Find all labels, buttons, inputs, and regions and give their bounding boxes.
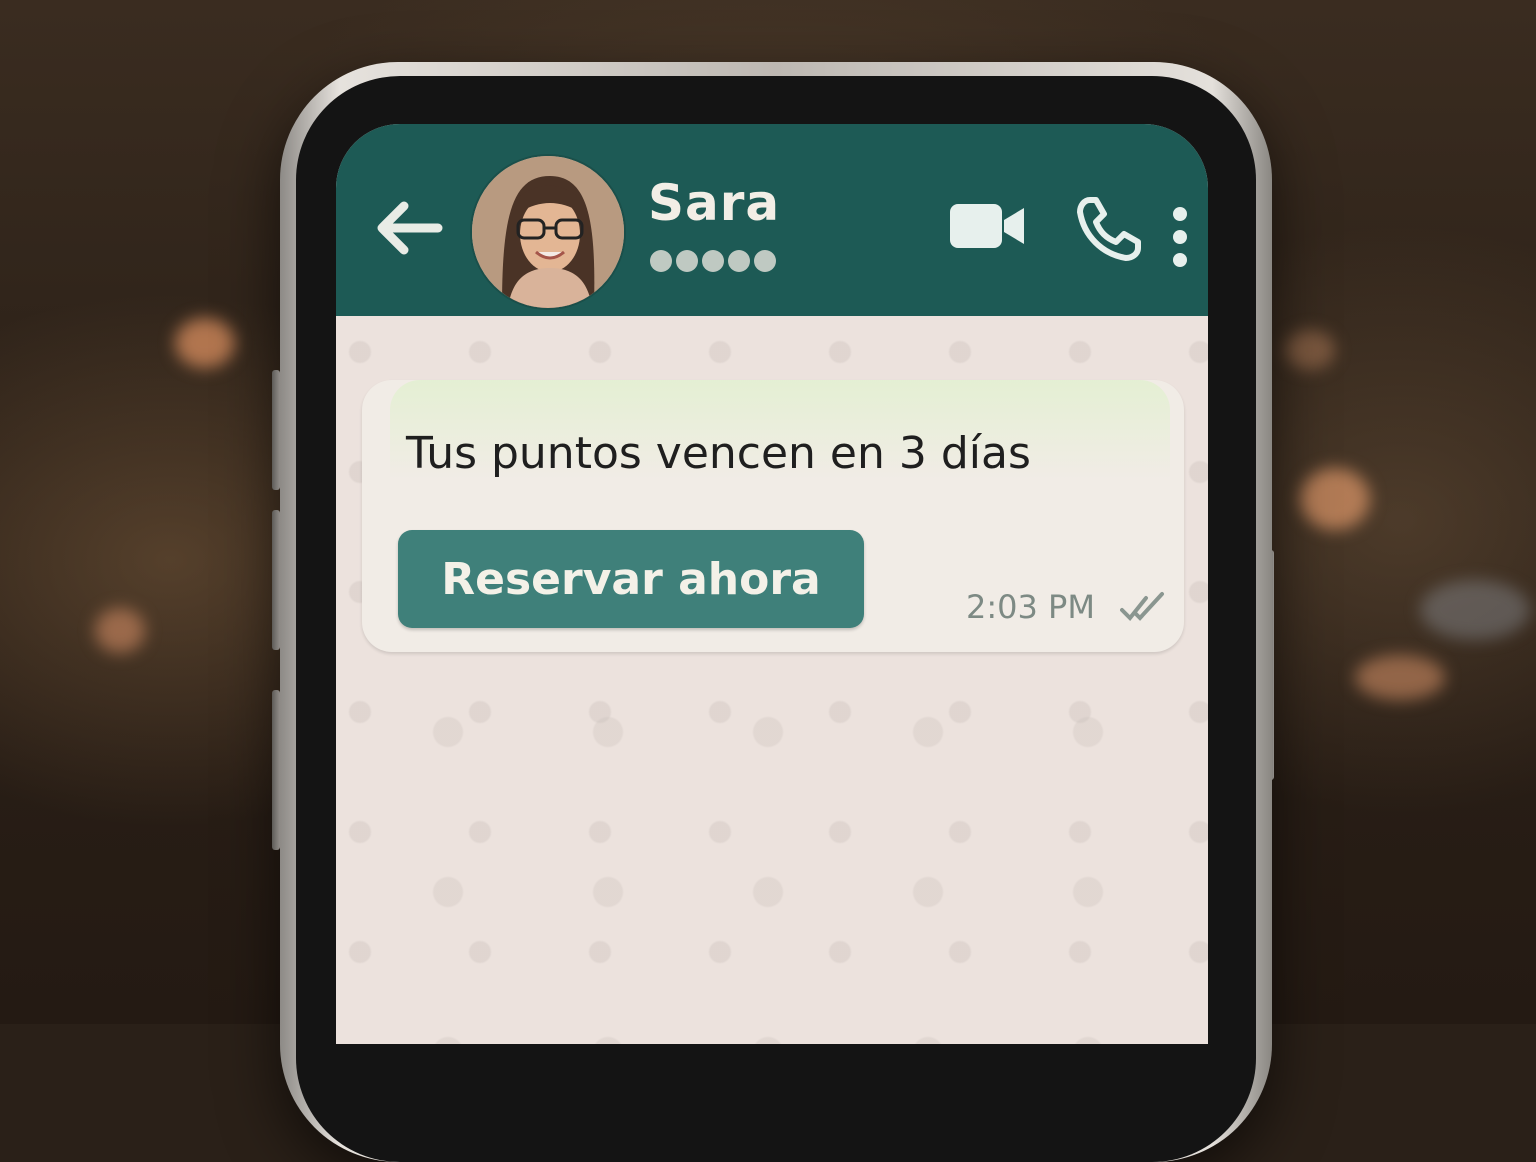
contact-status-obscured bbox=[650, 250, 776, 272]
status-dot bbox=[650, 250, 672, 272]
double-check-icon bbox=[1120, 592, 1164, 621]
reserve-now-button[interactable]: Reservar ahora bbox=[398, 530, 864, 628]
status-dot bbox=[754, 250, 776, 272]
phone-side-button bbox=[272, 690, 280, 850]
phone-side-button bbox=[272, 370, 280, 490]
chat-screen: Sara Tus puntos vencen en 3 días Reserva… bbox=[336, 124, 1208, 1044]
status-dot bbox=[676, 250, 698, 272]
message-timestamp: 2:03 PM bbox=[966, 588, 1095, 626]
more-options-icon[interactable] bbox=[1170, 206, 1190, 268]
contact-name[interactable]: Sara bbox=[648, 174, 780, 232]
back-arrow-icon[interactable] bbox=[372, 198, 444, 258]
status-dot bbox=[728, 250, 750, 272]
contact-avatar[interactable] bbox=[470, 154, 626, 310]
status-dot bbox=[702, 250, 724, 272]
message-bubble: Tus puntos vencen en 3 días Reservar aho… bbox=[362, 380, 1184, 652]
video-call-icon[interactable] bbox=[948, 200, 1026, 252]
avatar-portrait bbox=[472, 156, 624, 308]
chat-header: Sara bbox=[336, 124, 1208, 316]
message-text: Tus puntos vencen en 3 días bbox=[406, 428, 1031, 479]
phone-side-button bbox=[272, 510, 280, 650]
phone-call-icon[interactable] bbox=[1076, 196, 1142, 262]
